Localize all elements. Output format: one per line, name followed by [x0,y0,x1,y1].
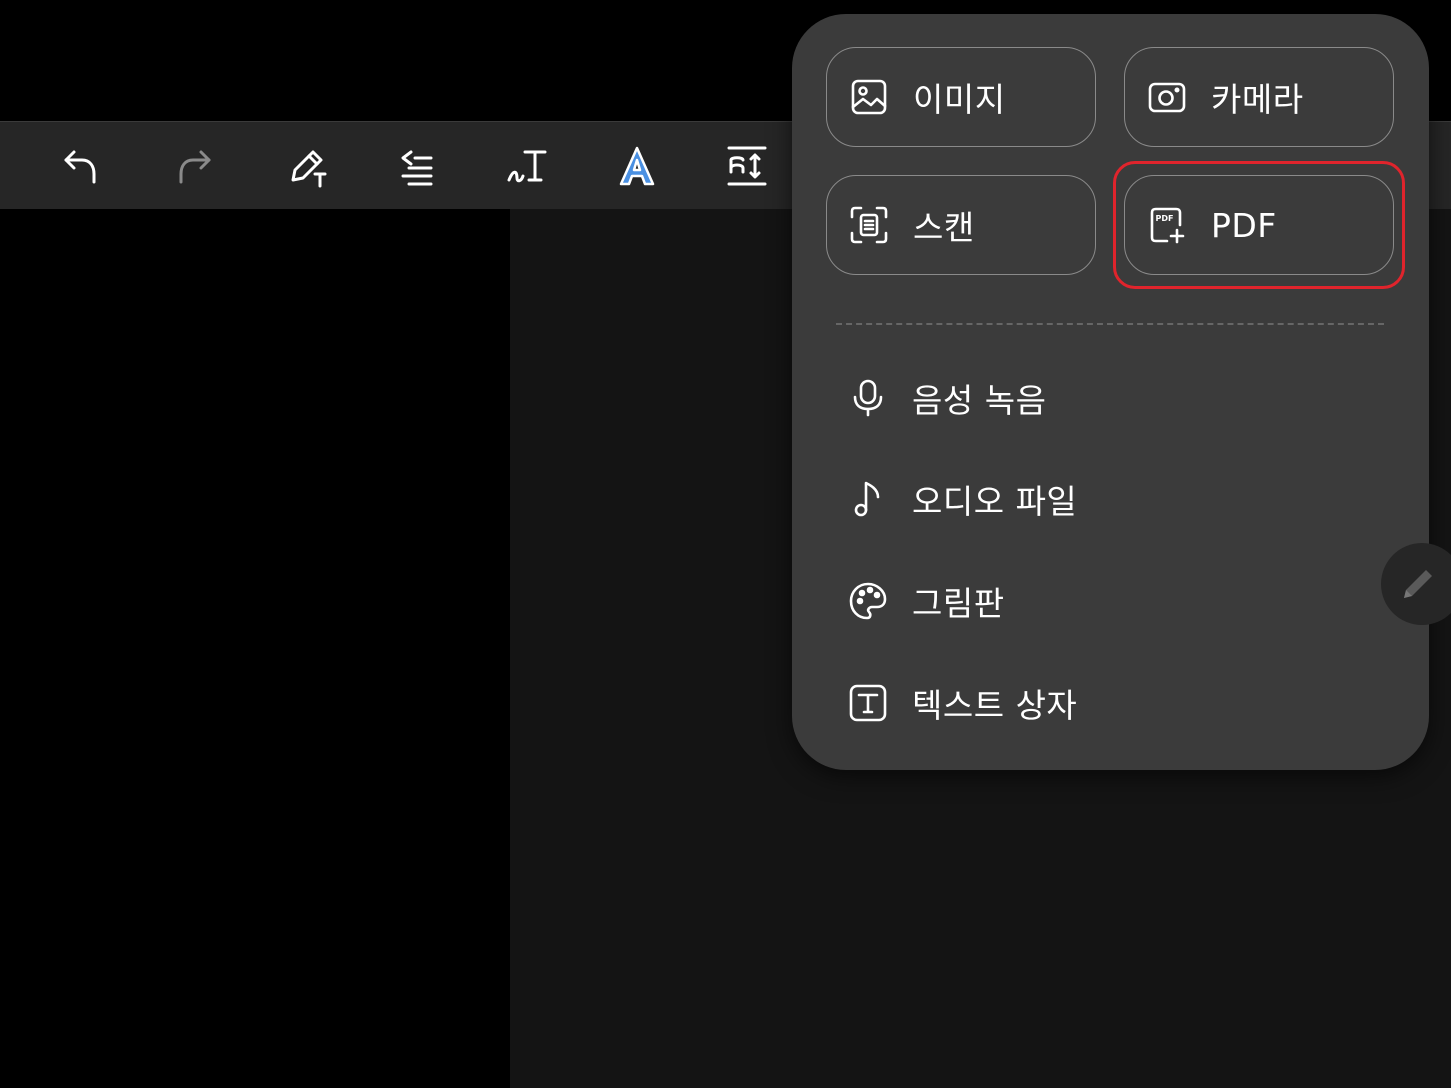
text-box-icon [849,684,887,722]
undo-icon [64,150,96,184]
palette-icon [849,582,887,620]
undo-button[interactable] [56,142,104,190]
text-box-label: 텍스트 상자 [912,686,1078,725]
redo-button[interactable] [171,142,219,190]
handwriting-to-text-button[interactable] [503,142,551,190]
align-icon [401,150,433,186]
svg-text:PDF: PDF [1156,214,1174,223]
text-style-icon [619,146,655,186]
pencil-icon [1404,570,1432,598]
camera-icon [1148,82,1186,113]
insert-pdf-label: PDF [1211,205,1277,245]
insert-voice-recording-button[interactable]: 음성 녹음 [836,358,1396,438]
line-spacing-button[interactable] [723,142,771,190]
insert-scan-label: 스캔 [913,208,975,247]
audio-file-label: 오디오 파일 [912,482,1078,521]
handwriting-text-icon [507,150,547,183]
insert-scan-button[interactable]: 스캔 [826,175,1096,275]
insert-audio-file-button[interactable]: 오디오 파일 [836,459,1396,539]
insert-menu: 이미지 카메라 스캔 PDF PDF 음성 녹음 오디오 파일 그림판 텍스트 … [792,14,1429,770]
insert-drawing-button[interactable]: 그림판 [836,561,1396,641]
redo-icon [179,150,211,184]
image-icon [851,79,887,115]
pen-icon [291,150,327,188]
microphone-icon [853,379,883,417]
insert-image-label: 이미지 [913,80,1006,119]
line-spacing-icon [727,146,767,186]
text-align-button[interactable] [393,142,441,190]
scan-icon [850,206,888,244]
insert-camera-label: 카메라 [1211,80,1304,119]
pen-settings-button[interactable] [283,142,331,190]
insert-text-box-button[interactable]: 텍스트 상자 [836,663,1396,743]
voice-recording-label: 음성 녹음 [912,381,1047,420]
insert-pdf-button[interactable]: PDF PDF [1124,175,1394,275]
text-style-button[interactable] [613,142,661,190]
drawing-label: 그림판 [912,584,1005,623]
pdf-add-icon: PDF [1150,207,1185,244]
insert-image-button[interactable]: 이미지 [826,47,1096,147]
music-note-icon [854,481,880,517]
menu-divider [836,323,1384,325]
insert-camera-button[interactable]: 카메라 [1124,47,1394,147]
